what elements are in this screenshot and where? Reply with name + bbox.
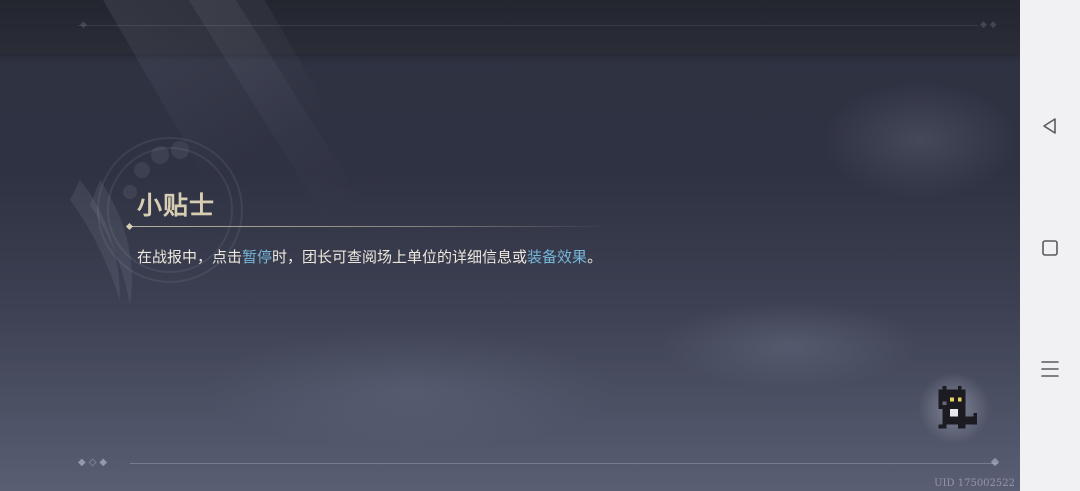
uid-label: UID 175002522: [934, 478, 1015, 489]
menu-lines-icon: [1041, 361, 1059, 377]
title-underline: [129, 226, 609, 227]
tip-text: 在战报中，点击暂停时，团长可查阅场上单位的详细信息或装备效果。: [137, 246, 602, 268]
home-button[interactable]: [1035, 233, 1065, 263]
tip-highlight-pause: 暂停: [242, 248, 273, 266]
bottom-right-ornament: [990, 457, 1000, 467]
cloud-decoration: [660, 300, 920, 390]
cloud-decoration: [200, 330, 620, 450]
top-right-ornament: ◆ ◆: [980, 20, 997, 30]
top-left-ornament: ◆: [80, 20, 87, 30]
loading-screen: ◆ ◆ ◆ 小贴士 在战报中，点击暂停时，团长可查阅场上单位的详细信息或装备效果…: [0, 0, 1020, 491]
tip-text-segment: 在战报中，点击: [137, 248, 243, 266]
bottom-divider: [130, 463, 998, 464]
loading-cat-icon: [938, 385, 978, 429]
bottom-left-ornament: ◆◇◆: [78, 457, 111, 468]
tip-highlight-equipment: 装备效果: [527, 248, 588, 266]
recents-button[interactable]: [1035, 354, 1065, 384]
tip-title: 小贴士: [137, 191, 216, 220]
tip-text-segment: 。: [587, 248, 603, 266]
android-nav-bar: [1020, 0, 1080, 491]
cloud-decoration: [820, 80, 1020, 200]
triangle-back-icon: [1043, 118, 1056, 134]
tip-text-segment: 时，团长可查阅场上单位的详细信息或: [272, 248, 528, 266]
back-button[interactable]: [1035, 111, 1065, 141]
square-home-icon: [1042, 240, 1058, 256]
